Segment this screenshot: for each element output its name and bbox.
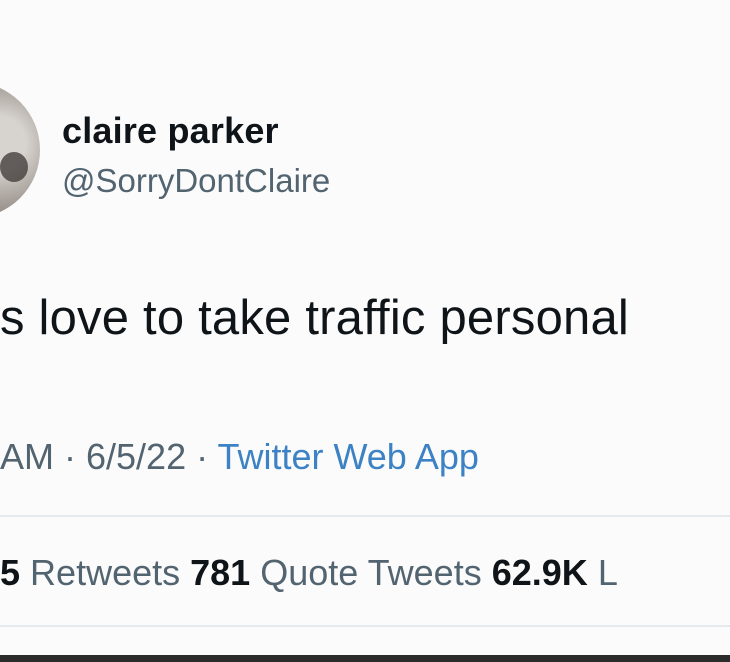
bottom-edge-bar <box>0 655 730 662</box>
tweet-text: s love to take traffic personal <box>0 291 630 345</box>
divider <box>0 515 730 517</box>
meta-separator: · <box>186 436 218 477</box>
engagement-stats: 5 Retweets 781 Quote Tweets 62.9K L <box>0 552 618 594</box>
tweet-date[interactable]: 6/5/22 <box>86 436 186 477</box>
tweet-source-link[interactable]: Twitter Web App <box>217 436 478 477</box>
username-handle[interactable]: @SorryDontClaire <box>62 162 330 200</box>
avatar[interactable] <box>0 82 40 218</box>
likes-stat[interactable]: 62.9K L <box>492 552 618 593</box>
retweets-count: 5 <box>0 552 21 593</box>
avatar-detail <box>0 152 28 182</box>
meta-separator: · <box>54 436 86 477</box>
divider <box>0 625 730 627</box>
quote-tweets-count: 781 <box>190 552 251 593</box>
retweets-label: Retweets <box>30 552 181 593</box>
quote-tweets-label: Quote Tweets <box>260 552 482 593</box>
tweet-time[interactable]: AM <box>0 436 54 477</box>
retweets-stat[interactable]: 5 Retweets <box>0 552 180 593</box>
display-name[interactable]: claire parker <box>62 110 279 152</box>
tweet-metadata: AM · 6/5/22 · Twitter Web App <box>0 436 479 478</box>
tweet-card: claire parker @SorryDontClaire s love to… <box>0 0 730 662</box>
likes-count: 62.9K <box>491 552 588 593</box>
quote-tweets-stat[interactable]: 781 Quote Tweets <box>190 552 482 593</box>
likes-label: L <box>597 552 618 593</box>
